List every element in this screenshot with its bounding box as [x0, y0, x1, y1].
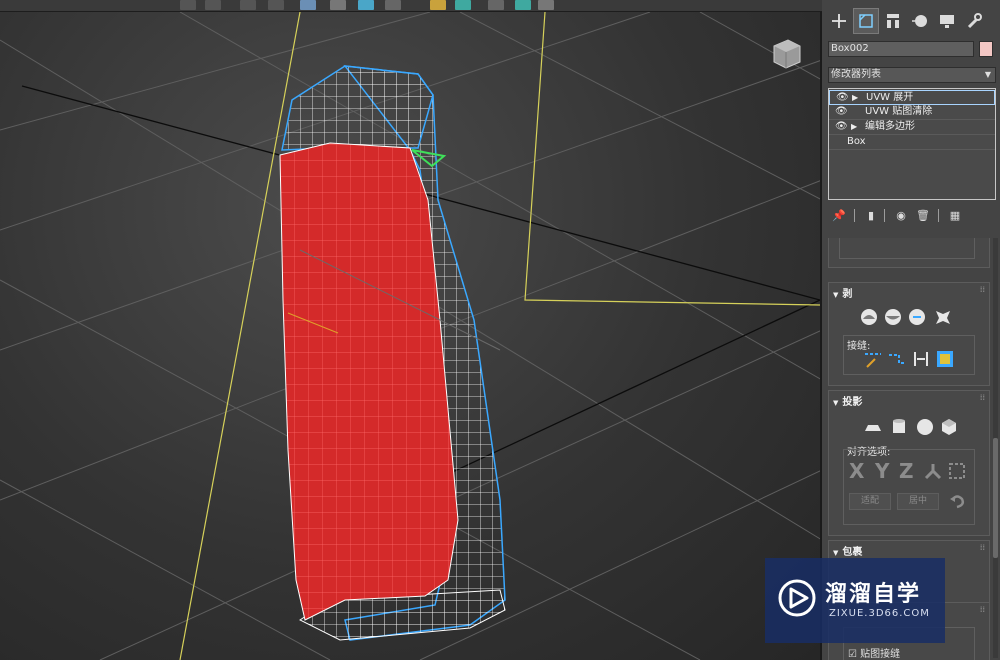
eye-icon[interactable]: 👁 [835, 120, 848, 134]
map-seams-checkbox[interactable]: ☑ 贴图接缝 [848, 645, 900, 660]
modifier-stack: 👁 ▶ UVW 展开 👁 UVW 贴图清除 👁 ▶ 编辑多边形 Box [828, 88, 996, 200]
remove-modifier-icon[interactable]: 🗑 [916, 208, 930, 222]
rollout-fragment [828, 238, 990, 268]
rollout-projection: ▼ 投影 ⁞⁞ 对齐选项: X Y Z 适配 居中 [828, 390, 990, 536]
toolbar-button[interactable] [538, 0, 554, 10]
rollout-title: 投影 [842, 397, 863, 408]
align-x-button[interactable]: X [849, 459, 864, 483]
command-tabs [822, 8, 1000, 36]
toolbar-button[interactable] [455, 0, 471, 10]
toolbar-button[interactable] [205, 0, 221, 10]
fit-button[interactable]: 适配 [849, 493, 891, 510]
scene-render [0, 12, 820, 660]
convert-edge-to-seam-icon[interactable] [911, 349, 931, 369]
watermark-title: 溜溜自学 [825, 582, 922, 607]
tab-modify[interactable] [853, 8, 879, 34]
eye-icon[interactable]: 👁 [836, 91, 849, 105]
grip-icon[interactable]: ⁞⁞ [980, 393, 985, 402]
toolbar-button[interactable] [358, 0, 374, 10]
align-y-button[interactable]: Y [875, 459, 889, 483]
object-name-field[interactable]: Box002 [828, 41, 974, 57]
toolbar-button[interactable] [240, 0, 256, 10]
grip-icon[interactable]: ⁞⁞ [980, 605, 985, 614]
modifier-list-dropdown[interactable]: 修改器列表 ▼ [828, 67, 996, 83]
rollout-header[interactable]: ▼ 剥 [833, 285, 852, 300]
rollout-title: 包裹 [842, 547, 863, 558]
rollout-peel: ▼ 剥 ⁞⁞ 接缝: [828, 282, 990, 386]
toolbar-button[interactable] [515, 0, 531, 10]
pelt-map-icon[interactable] [883, 307, 903, 327]
perspective-viewport[interactable] [0, 12, 822, 660]
rollout-header[interactable]: ▼ 包裹 [833, 543, 862, 558]
tab-create[interactable] [826, 8, 852, 34]
toolbar-button[interactable] [385, 0, 401, 10]
stack-item-label: UVW 展开 [866, 92, 914, 103]
play-logo-icon [778, 579, 816, 617]
box-map-icon[interactable] [939, 417, 959, 437]
viewcube[interactable] [768, 36, 804, 72]
rollout-header[interactable]: ▼ 投影 [833, 393, 862, 408]
grip-icon[interactable]: ⁞⁞ [980, 285, 985, 294]
stack-item-label: UVW 贴图清除 [865, 106, 933, 117]
align-z-button[interactable]: Z [899, 459, 914, 483]
display-icon [940, 15, 954, 28]
center-button[interactable]: 居中 [897, 493, 939, 510]
tab-hierarchy[interactable] [880, 8, 906, 34]
eye-icon[interactable]: 👁 [835, 105, 848, 119]
stack-item-box[interactable]: Box [829, 135, 995, 150]
expand-triangle-icon[interactable]: ▶ [852, 91, 858, 105]
grip-icon[interactable]: ⁞⁞ [980, 543, 985, 552]
pin-stack-icon[interactable]: 📌 [832, 208, 846, 222]
point-to-point-seam-icon[interactable] [887, 349, 907, 369]
wrench-icon [967, 13, 982, 29]
cylindrical-map-icon[interactable] [889, 417, 909, 437]
toolbar-button[interactable] [300, 0, 316, 10]
checkbox-checked-icon: ☑ [848, 649, 857, 660]
align-to-view-icon[interactable] [947, 461, 967, 481]
stack-item-label: 编辑多边形 [865, 121, 915, 132]
plus-icon [832, 14, 846, 28]
toolbar-button[interactable] [488, 0, 504, 10]
toolbar-button[interactable] [330, 0, 346, 10]
toolbar-button[interactable] [268, 0, 284, 10]
stack-item-uvw-unwrap[interactable]: 👁 ▶ UVW 展开 [829, 90, 995, 105]
hierarchy-icon [887, 14, 899, 28]
best-align-icon[interactable] [923, 461, 943, 481]
stack-toolbar: 📌 ▮ ◉ 🗑 ▦ [828, 206, 996, 226]
watermark-subtitle: ZIXUE.3D66.COM [829, 608, 930, 619]
toolbar-button[interactable] [430, 0, 446, 10]
modifier-list-label: 修改器列表 [831, 69, 881, 80]
stack-item-edit-poly[interactable]: 👁 ▶ 编辑多边形 [829, 120, 995, 135]
configure-modifier-sets-icon[interactable]: ▦ [948, 208, 962, 222]
show-end-result-icon[interactable]: ▮ [864, 208, 878, 222]
pin-vertices-icon[interactable] [933, 307, 953, 327]
scrollbar-thumb[interactable] [993, 438, 998, 558]
stack-item-uvw-xform-clear[interactable]: 👁 UVW 贴图清除 [829, 105, 995, 120]
stack-item-label: Box [847, 136, 866, 147]
reset-icon[interactable] [947, 491, 967, 511]
tab-display[interactable] [934, 8, 960, 34]
make-unique-icon[interactable]: ◉ [894, 208, 908, 222]
mesh-wire-top [281, 65, 434, 151]
reset-peel-icon[interactable] [907, 307, 927, 327]
spherical-map-icon[interactable] [915, 417, 935, 437]
tab-utilities[interactable] [961, 8, 987, 34]
panel-scrollbar[interactable] [993, 238, 998, 658]
convert-poly-to-seam-icon[interactable] [935, 349, 955, 369]
motion-icon [912, 15, 927, 27]
rollout-title: 剥 [842, 289, 853, 300]
tab-motion[interactable] [907, 8, 933, 34]
edit-seams-icon[interactable] [863, 349, 883, 369]
object-color-swatch[interactable] [979, 41, 993, 57]
chevron-down-icon: ▼ [984, 70, 991, 79]
planar-map-icon[interactable] [863, 417, 883, 437]
main-toolbar [0, 0, 822, 12]
expand-triangle-icon[interactable]: ▶ [851, 120, 857, 134]
toolbar-button[interactable] [180, 0, 196, 10]
modify-icon [859, 14, 873, 28]
map-seams-label: 贴图接缝 [860, 649, 901, 660]
watermark-logo: 溜溜自学 ZIXUE.3D66.COM [765, 558, 945, 643]
quick-peel-icon[interactable] [859, 307, 879, 327]
